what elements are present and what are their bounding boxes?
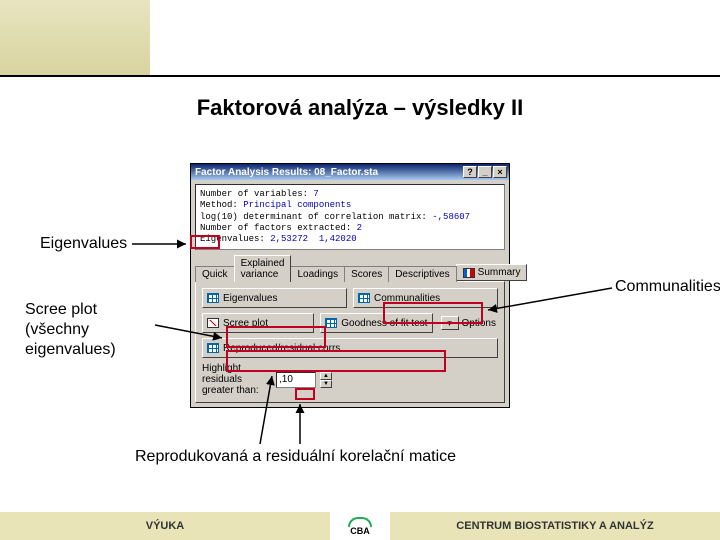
- highlight-label: Highlight residuals greater than:: [202, 363, 272, 396]
- footer-right: CENTRUM BIOSTATISTIKY A ANALÝZ: [390, 512, 720, 540]
- summary-label: Summary: [478, 267, 521, 278]
- rollup-button[interactable]: _: [478, 166, 492, 178]
- chart-icon: [207, 318, 219, 328]
- footer: VÝUKA CBA CENTRUM BIOSTATISTIKY A ANALÝZ: [0, 512, 720, 540]
- tab-descriptives[interactable]: Descriptives: [388, 266, 456, 282]
- table-icon: [207, 343, 219, 353]
- highlight-threshold-row: Highlight residuals greater than: ,10 ▲▼: [202, 363, 498, 396]
- table-icon: [325, 318, 337, 328]
- footer-logo: CBA: [330, 512, 390, 540]
- summary-button[interactable]: Summary: [456, 264, 528, 281]
- help-button[interactable]: ?: [463, 166, 477, 178]
- eigenvalues-button[interactable]: Eigenvalues: [202, 288, 347, 308]
- factor-results-dialog: Factor Analysis Results: 08_Factor.sta ?…: [190, 163, 510, 408]
- tab-explained-variance[interactable]: Explained variance: [234, 255, 292, 282]
- callout-eigenvalues: Eigenvalues: [40, 235, 127, 253]
- callout-reproduced: Reprodukovaná a residuální korelační mat…: [135, 448, 456, 466]
- tab-panel: Eigenvalues Communalities Scree plot Goo…: [195, 281, 505, 403]
- goodness-of-fit-button[interactable]: Goodness of fit test: [320, 313, 432, 333]
- table-icon: [358, 293, 370, 303]
- scree-plot-button[interactable]: Scree plot: [202, 313, 314, 333]
- options-icon: ▾: [441, 316, 459, 330]
- reproduced-residual-button[interactable]: Reproduced/residual corrs.: [202, 338, 498, 358]
- close-button[interactable]: ×: [493, 166, 507, 178]
- slide-title: Faktorová analýza – výsledky II: [0, 95, 720, 121]
- header-rule: [0, 75, 720, 77]
- tab-loadings[interactable]: Loadings: [290, 266, 345, 282]
- header-gradient: [0, 0, 150, 75]
- tab-quick[interactable]: Quick: [195, 266, 235, 282]
- highlight-value-input[interactable]: ,10: [276, 372, 316, 388]
- info-panel: Number of variables: 7 Method: Principal…: [195, 184, 505, 250]
- callout-communalities: Communalities: [615, 278, 720, 296]
- summary-icon: [463, 268, 475, 278]
- dialog-titlebar[interactable]: Factor Analysis Results: 08_Factor.sta ?…: [191, 164, 509, 180]
- table-icon: [207, 293, 219, 303]
- callout-scree: Scree plot (všechny eigenvalues): [25, 300, 155, 360]
- communalities-button[interactable]: Communalities: [353, 288, 498, 308]
- highlight-spinner[interactable]: ▲▼: [320, 372, 332, 388]
- footer-left: VÝUKA: [0, 512, 330, 540]
- dialog-title: Factor Analysis Results: 08_Factor.sta: [193, 167, 462, 178]
- tab-strip: Quick Explained variance Loadings Scores…: [195, 254, 505, 281]
- tab-scores[interactable]: Scores: [344, 266, 389, 282]
- options-button[interactable]: ▾ Options: [439, 316, 498, 330]
